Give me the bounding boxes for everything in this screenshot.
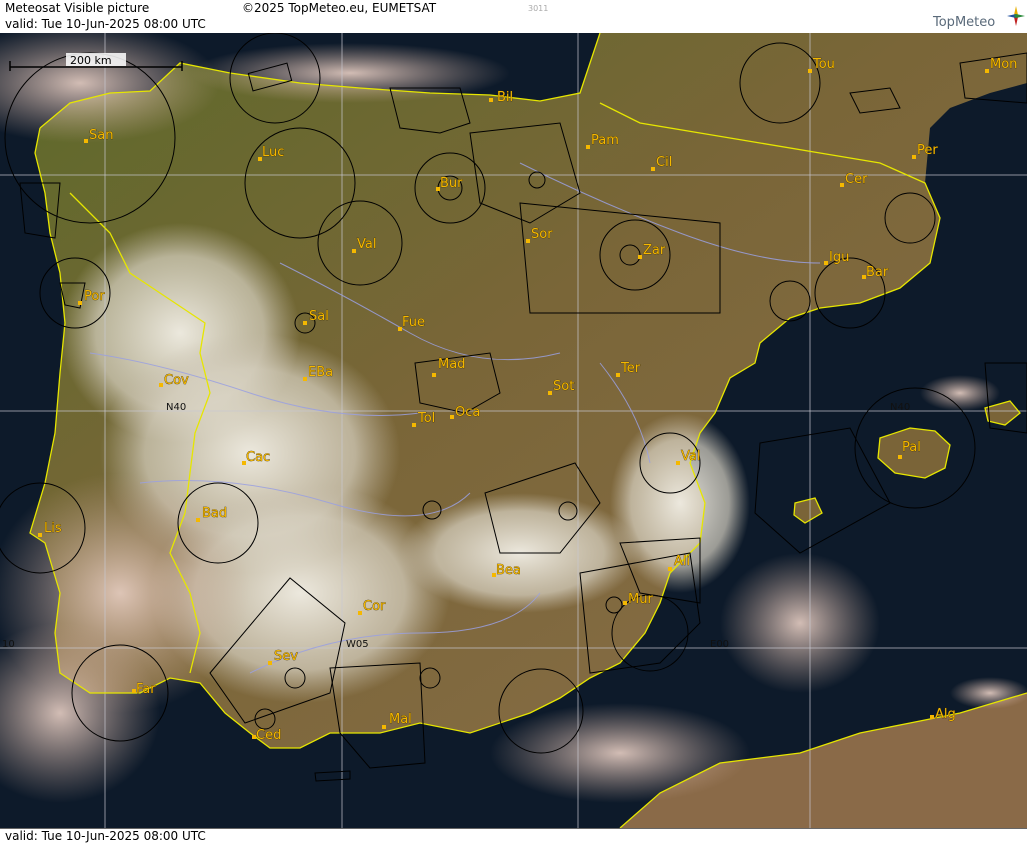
city-label-cov: Cov bbox=[164, 373, 189, 388]
city-label-ali: Ali bbox=[674, 554, 690, 569]
valid-time-top: valid: Tue 10-Jun-2025 08:00 UTC bbox=[5, 17, 206, 31]
city-label-tol: Tol bbox=[417, 411, 435, 426]
city-label-cac: Cac bbox=[246, 450, 270, 465]
city-label-mur: Mur bbox=[628, 592, 653, 607]
city-label-fue: Fue bbox=[402, 315, 425, 330]
city-label-lis: Lis bbox=[44, 521, 62, 536]
image-code: 3011 bbox=[528, 4, 549, 13]
grid-label-n40-east: N40 bbox=[890, 402, 910, 413]
city-label-mon: Mon bbox=[990, 57, 1017, 72]
city-label-sev: Sev bbox=[274, 649, 298, 664]
city-label-luc: Luc bbox=[262, 145, 284, 160]
grid-label-n40-west: N40 bbox=[166, 402, 186, 413]
city-label-cer: Cer bbox=[845, 172, 868, 187]
city-label-bur: Bur bbox=[440, 176, 463, 191]
scale-bar-label: 200 km bbox=[70, 54, 112, 67]
city-label-bar: Bar bbox=[866, 265, 889, 280]
app-window: Meteosat Visible picture valid: Tue 10-J… bbox=[0, 0, 1027, 844]
city-label-mad: Mad bbox=[438, 357, 465, 372]
city-label-igu: Igu bbox=[829, 250, 849, 265]
valid-time-bottom: valid: Tue 10-Jun-2025 08:00 UTC bbox=[5, 829, 206, 843]
city-label-bad: Bad bbox=[202, 506, 227, 521]
city-label-san: San bbox=[89, 128, 113, 143]
header-bar: Meteosat Visible picture valid: Tue 10-J… bbox=[0, 0, 1027, 34]
logo-text: TopMeteo bbox=[933, 15, 996, 30]
city-label-pal: Pal bbox=[902, 440, 921, 455]
city-label-ter: Ter bbox=[620, 361, 641, 376]
grid-label-e00: E00 bbox=[710, 639, 729, 650]
city-label-tou: Tou bbox=[812, 57, 835, 72]
map-canvas: 200 km N40 N40 W05 E00 10 San Luc Bur Bi… bbox=[0, 33, 1027, 828]
city-label-eba: EBa bbox=[308, 365, 333, 380]
satellite-map[interactable]: 200 km N40 N40 W05 E00 10 San Luc Bur Bi… bbox=[0, 33, 1027, 828]
city-label-cor: Cor bbox=[363, 599, 386, 614]
city-label-far: Far bbox=[136, 682, 156, 697]
city-label-ced: Ced bbox=[256, 728, 281, 743]
city-label-cil: Cil bbox=[656, 155, 672, 170]
city-label-por: Por bbox=[84, 289, 105, 304]
city-label-zar: Zar bbox=[643, 243, 666, 258]
city-label-per: Per bbox=[917, 143, 938, 158]
city-label-bea: Bea bbox=[496, 563, 521, 578]
topmeteo-logo[interactable]: TopMeteo bbox=[930, 3, 1025, 31]
city-label-bil: Bil bbox=[497, 90, 513, 105]
footer-bar: valid: Tue 10-Jun-2025 08:00 UTC bbox=[0, 828, 1027, 844]
city-label-val-east: Val bbox=[681, 449, 700, 464]
copyright-text: ©2025 TopMeteo.eu, EUMETSAT bbox=[242, 1, 437, 15]
city-label-sal: Sal bbox=[309, 309, 329, 324]
city-label-alg: Alg bbox=[935, 707, 956, 722]
city-label-mal: Mal bbox=[389, 712, 412, 727]
compass-star-icon bbox=[1007, 6, 1025, 26]
city-label-sor: Sor bbox=[531, 227, 553, 242]
city-label-oca: Oca bbox=[455, 405, 480, 420]
city-label-sot: Sot bbox=[553, 379, 574, 394]
grid-label-w05: W05 bbox=[346, 639, 369, 650]
grid-label-w10: 10 bbox=[2, 639, 15, 650]
city-label-pam: Pam bbox=[591, 133, 619, 148]
city-label-val-north: Val bbox=[357, 237, 376, 252]
product-title: Meteosat Visible picture bbox=[5, 1, 150, 15]
